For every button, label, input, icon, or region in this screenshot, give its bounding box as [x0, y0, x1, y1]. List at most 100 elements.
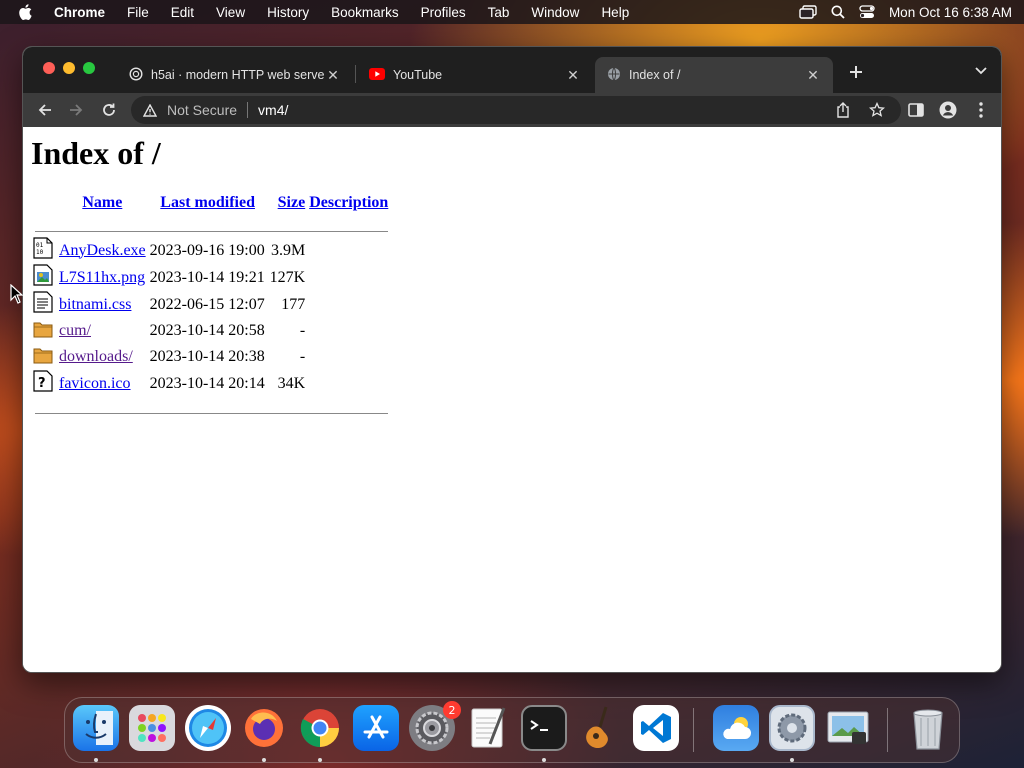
- tab-search-chevron-icon[interactable]: [973, 63, 989, 79]
- table-row: ? favicon.ico 2023-10-14 20:14 34K: [33, 370, 390, 397]
- modified-cell: 2023-10-14 19:21: [149, 268, 265, 286]
- close-tab-icon[interactable]: ✕: [805, 67, 821, 83]
- back-button[interactable]: [36, 101, 54, 119]
- globe-icon: [607, 67, 621, 84]
- file-name-cell[interactable]: downloads/: [57, 344, 148, 370]
- sort-by-description-link[interactable]: Description: [309, 194, 388, 211]
- close-window-button[interactable]: [43, 62, 55, 74]
- size-cell: 177: [281, 295, 306, 313]
- garageband-icon[interactable]: [577, 705, 623, 751]
- menu-history[interactable]: History: [267, 5, 309, 20]
- app-store-icon[interactable]: [353, 705, 399, 751]
- more-menu-icon[interactable]: [972, 101, 990, 119]
- menu-tab[interactable]: Tab: [488, 5, 510, 20]
- file-link[interactable]: L7S11hx.png: [59, 269, 145, 286]
- trash-icon[interactable]: [905, 705, 951, 751]
- side-panel-icon[interactable]: [907, 101, 925, 119]
- file-name-cell[interactable]: cum/: [57, 318, 148, 344]
- tab-index-of[interactable]: Index of / ✕: [595, 57, 833, 93]
- description-column-header[interactable]: Description: [307, 191, 390, 215]
- description-cell: [307, 318, 390, 344]
- menu-help[interactable]: Help: [601, 5, 629, 20]
- folder-link[interactable]: cum/: [59, 322, 91, 339]
- address-bar[interactable]: Not Secure vm4/: [131, 96, 901, 124]
- menu-edit[interactable]: Edit: [171, 5, 194, 20]
- folder-icon: [33, 318, 57, 344]
- weather-icon[interactable]: [713, 705, 759, 751]
- page-content: Index of / Name Last modified Size Descr…: [23, 127, 1001, 672]
- description-cell: [307, 237, 390, 264]
- menu-app-name[interactable]: Chrome: [54, 5, 105, 20]
- safari-icon[interactable]: [185, 705, 231, 751]
- notification-badge: 2: [443, 701, 461, 719]
- running-indicator: [262, 758, 266, 762]
- textedit-icon[interactable]: [465, 705, 511, 751]
- menu-profiles[interactable]: Profiles: [421, 5, 466, 20]
- sort-by-name-link[interactable]: Name: [82, 194, 122, 211]
- finder-icon[interactable]: [73, 705, 119, 751]
- size-column-header[interactable]: Size: [268, 191, 308, 215]
- screen-mirroring-icon[interactable]: [799, 5, 817, 19]
- new-tab-button[interactable]: [845, 61, 867, 83]
- table-row: L7S11hx.png 2023-10-14 19:21 127K: [33, 264, 390, 291]
- system-preferences-icon[interactable]: [769, 705, 815, 751]
- file-name-cell[interactable]: AnyDesk.exe: [57, 237, 148, 264]
- folder-link[interactable]: downloads/: [59, 348, 133, 365]
- file-link[interactable]: AnyDesk.exe: [59, 242, 146, 259]
- browser-toolbar: Not Secure vm4/: [23, 93, 1001, 127]
- bookmark-star-icon[interactable]: [868, 101, 886, 121]
- name-column-header[interactable]: Name: [57, 191, 148, 215]
- system-settings-icon[interactable]: 2: [409, 701, 461, 751]
- apple-menu-icon[interactable]: [18, 4, 34, 20]
- launchpad-icon[interactable]: [129, 705, 175, 751]
- modified-cell: 2023-10-14 20:38: [149, 348, 265, 365]
- file-link[interactable]: favicon.ico: [59, 375, 131, 392]
- svg-text:10: 10: [36, 249, 44, 256]
- sort-by-last-modified-link[interactable]: Last modified: [160, 194, 255, 211]
- close-tab-icon[interactable]: ✕: [325, 67, 341, 83]
- close-tab-icon[interactable]: ✕: [565, 67, 581, 83]
- image-file-icon: [33, 264, 57, 291]
- tab-title: Index of /: [629, 68, 681, 82]
- firefox-icon[interactable]: [241, 705, 287, 751]
- forward-button[interactable]: [67, 101, 85, 119]
- globe-icon: [129, 66, 143, 84]
- menu-view[interactable]: View: [216, 5, 245, 20]
- tab-title: h5ai · modern HTTP web serve: [151, 68, 325, 82]
- last-modified-column-header[interactable]: Last modified: [148, 191, 268, 215]
- svg-text:?: ?: [38, 376, 46, 391]
- file-name-cell[interactable]: favicon.ico: [57, 370, 148, 397]
- zoom-window-button[interactable]: [83, 62, 95, 74]
- tab-youtube[interactable]: YouTube ✕: [357, 57, 593, 93]
- file-name-cell[interactable]: bitnami.css: [57, 291, 148, 318]
- minimize-window-button[interactable]: [63, 62, 75, 74]
- sort-by-size-link[interactable]: Size: [278, 194, 306, 211]
- tab-h5ai[interactable]: h5ai · modern HTTP web serve ✕: [117, 57, 353, 93]
- mouse-pointer-icon: [10, 283, 24, 309]
- preview-icon[interactable]: [825, 705, 871, 751]
- control-center-icon[interactable]: [859, 5, 875, 19]
- modified-cell: 2022-06-15 12:07: [149, 295, 265, 313]
- tab-separator: [355, 65, 356, 83]
- menu-window[interactable]: Window: [531, 5, 579, 20]
- binary-file-icon: 01 10: [33, 237, 57, 264]
- folder-icon: [33, 344, 57, 370]
- chrome-icon[interactable]: [297, 705, 343, 751]
- security-status[interactable]: Not Secure: [167, 102, 237, 118]
- vscode-icon[interactable]: [633, 705, 679, 751]
- reload-button[interactable]: [100, 101, 118, 119]
- file-link[interactable]: bitnami.css: [59, 296, 131, 313]
- url-text[interactable]: vm4/: [258, 102, 288, 118]
- table-row: 01 10 AnyDesk.exe 2023-09-16 19:00 3.9M: [33, 237, 390, 264]
- warning-triangle-icon[interactable]: [143, 102, 159, 118]
- terminal-icon[interactable]: [521, 705, 567, 751]
- dock-separator: [887, 708, 888, 752]
- horizontal-rule: [35, 230, 389, 232]
- spotlight-search-icon[interactable]: [831, 5, 845, 19]
- share-icon[interactable]: [836, 102, 850, 121]
- profile-avatar-icon[interactable]: [939, 101, 957, 119]
- file-name-cell[interactable]: L7S11hx.png: [57, 264, 148, 291]
- menu-file[interactable]: File: [127, 5, 149, 20]
- menubar-clock[interactable]: Mon Oct 16 6:38 AM: [889, 5, 1012, 20]
- menu-bookmarks[interactable]: Bookmarks: [331, 5, 399, 20]
